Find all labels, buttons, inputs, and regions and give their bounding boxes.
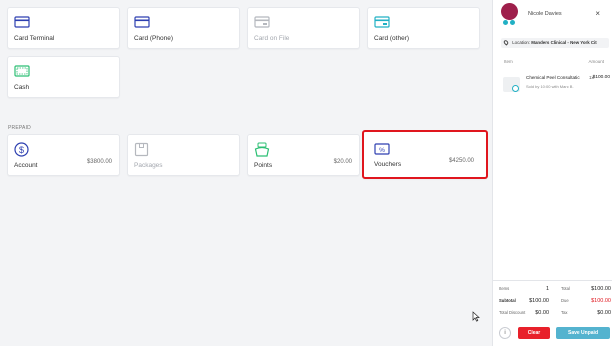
subtotal-label: Subtotal [499, 298, 516, 303]
cash-option[interactable]: Cash [7, 56, 120, 98]
line-item-amount: $100.00 [592, 75, 610, 80]
option-label: Card Terminal [14, 35, 55, 42]
option-label: Points [254, 162, 273, 169]
prepaid-section-label: PREPAID [8, 125, 31, 131]
due-value: $100.00 [591, 298, 611, 304]
line-item-name[interactable]: Chemical Peel Consultatic [526, 75, 582, 80]
clear-button[interactable]: Clear [518, 327, 550, 339]
items-label: Items [499, 286, 510, 291]
due-label: Due [561, 298, 569, 303]
option-label: Card on File [254, 35, 290, 42]
discount-label: Total Discount [499, 310, 526, 315]
service-thumbnail [503, 77, 520, 92]
option-amount: $3800.00 [86, 159, 112, 165]
package-icon [134, 142, 149, 162]
info-icon[interactable]: i [499, 327, 511, 339]
subtotal-value: $100.00 [529, 298, 549, 304]
payment-panel: Card Terminal Card (Phone) Card on File … [0, 0, 492, 346]
tax-value: $0.00 [597, 310, 611, 316]
close-icon[interactable]: × [595, 9, 600, 18]
line-item-sold-by: Sold by 10:00 with Marc B. [526, 84, 574, 89]
points-option[interactable]: Points $20.00 [247, 134, 360, 176]
card-icon [14, 15, 30, 33]
customer-name[interactable]: Nicole Davies [528, 11, 562, 17]
voucher-icon: % [374, 142, 390, 160]
items-value: 1 [545, 286, 549, 292]
totals-summary: Items 1 Total $100.00 Subtotal $100.00 D… [493, 280, 612, 322]
option-label: Packages [134, 162, 163, 169]
location-name: Manders Clinical - New York Cit [531, 40, 597, 45]
option-label: Vouchers [374, 161, 402, 168]
card-terminal-option[interactable]: Card Terminal [7, 7, 120, 49]
order-sidebar: Nicole Davies × Location: Manders Clinic… [492, 0, 612, 346]
points-icon [254, 142, 270, 162]
cash-icon [14, 64, 30, 82]
tax-label: Tax [561, 310, 568, 315]
card-other-option[interactable]: Card (other) [367, 7, 480, 49]
option-label: Card (Phone) [134, 35, 174, 42]
card-phone-option[interactable]: Card (Phone) [127, 7, 240, 49]
amount-column-header: Amount [588, 59, 604, 64]
location-pin-icon [502, 39, 510, 47]
dollar-icon: $ [14, 142, 29, 162]
vouchers-option[interactable]: % Vouchers $4250.00 [362, 130, 488, 179]
total-value: $100.00 [591, 286, 611, 292]
save-unpaid-button[interactable]: Save Unpaid [556, 327, 610, 339]
location-selector[interactable]: Location: Manders Clinical - New York Ci… [501, 38, 609, 48]
item-column-header: Item [504, 59, 513, 64]
option-label: Account [14, 162, 38, 169]
discount-value: $0.00 [535, 310, 549, 316]
card-icon [374, 15, 390, 33]
service-icon [512, 85, 519, 92]
card-on-file-option[interactable]: Card on File [247, 7, 360, 49]
card-icon [254, 15, 270, 33]
card-icon [134, 15, 150, 33]
option-label: Card (other) [374, 35, 410, 42]
option-amount: $4250.00 [448, 158, 474, 164]
packages-option[interactable]: Packages [127, 134, 240, 176]
total-label: Total [561, 286, 570, 291]
avatar [501, 3, 518, 20]
location-prefix: Location: [512, 40, 531, 45]
svg-text:%: % [379, 147, 385, 154]
mouse-cursor-icon [472, 309, 480, 327]
account-option[interactable]: $ Account $3800.00 [7, 134, 120, 176]
svg-text:$: $ [19, 145, 24, 155]
customer-tags-icon [503, 20, 517, 26]
option-label: Cash [14, 84, 30, 91]
option-amount: $20.00 [333, 159, 352, 165]
